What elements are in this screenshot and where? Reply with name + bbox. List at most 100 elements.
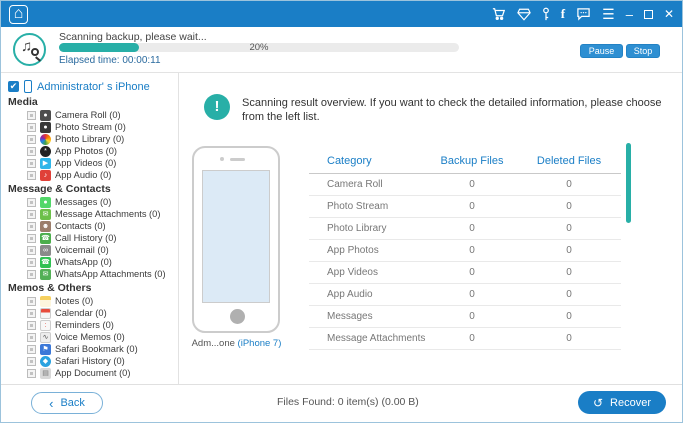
item-label: WhatsApp Attachments (0): [55, 269, 166, 279]
item-label: Safari Bookmark (0): [55, 344, 138, 354]
device-checkbox[interactable]: ✔: [8, 81, 19, 92]
item-checkbox[interactable]: [27, 210, 36, 219]
sidebar-item-notes-0[interactable]: Notes (0): [8, 295, 178, 307]
sidebar-section-memos-others: Memos & Others: [8, 282, 178, 295]
item-checkbox[interactable]: [27, 246, 36, 255]
item-checkbox[interactable]: [27, 333, 36, 342]
titlebar: ⌂ f ☰ – ✕: [1, 1, 682, 27]
sidebar-item-message-attachments-0[interactable]: ✉Message Attachments (0): [8, 208, 178, 220]
home-icon[interactable]: ⌂: [9, 5, 28, 24]
cell-category: App Audio: [309, 289, 429, 300]
item-label: App Audio (0): [55, 170, 111, 180]
cell-category: App Videos: [309, 267, 429, 278]
item-label: Contacts (0): [55, 221, 106, 231]
recover-button[interactable]: ↺Recover: [578, 391, 666, 414]
sidebar-item-whatsapp-attachments-0[interactable]: ✉WhatsApp Attachments (0): [8, 268, 178, 280]
phone-camera-dot: [220, 157, 224, 161]
table-row-message-attachments: Message Attachments00: [309, 328, 621, 350]
phone-caption: Adm...one (iPhone 7): [179, 338, 294, 349]
cell-backup-files: 0: [429, 223, 515, 234]
item-checkbox[interactable]: [27, 297, 36, 306]
item-checkbox[interactable]: [27, 198, 36, 207]
cart-icon[interactable]: [492, 7, 506, 21]
phone-speaker: [230, 158, 245, 161]
item-checkbox[interactable]: [27, 222, 36, 231]
files-found-status: Files Found: 0 item(s) (0.00 B): [277, 396, 419, 408]
item-checkbox[interactable]: [27, 345, 36, 354]
item-checkbox[interactable]: [27, 159, 36, 168]
photo-stream-icon: ●: [40, 122, 51, 133]
sidebar-item-photo-library-0[interactable]: Photo Library (0): [8, 133, 178, 145]
item-checkbox[interactable]: [27, 135, 36, 144]
sidebar-item-messages-0[interactable]: ●Messages (0): [8, 196, 178, 208]
item-checkbox[interactable]: [27, 111, 36, 120]
cell-deleted-files: 0: [515, 333, 623, 344]
table-row-camera-roll: Camera Roll00: [309, 174, 621, 196]
sidebar-item-safari-history-0[interactable]: ◆Safari History (0): [8, 355, 178, 367]
cell-backup-files: 0: [429, 289, 515, 300]
maximize-button[interactable]: [644, 10, 653, 19]
sidebar-item-app-document-0[interactable]: ▤App Document (0): [8, 367, 178, 379]
photo-library-icon: [40, 134, 51, 145]
stop-button[interactable]: Stop: [626, 44, 660, 58]
item-checkbox[interactable]: [27, 234, 36, 243]
item-label: Safari History (0): [55, 356, 125, 366]
sidebar-item-calendar-0[interactable]: Calendar (0): [8, 307, 178, 319]
sidebar-item-app-videos-0[interactable]: ▶App Videos (0): [8, 157, 178, 169]
cell-deleted-files: 0: [515, 223, 623, 234]
menu-icon[interactable]: ☰: [602, 6, 615, 23]
sidebar-item-photo-stream-0[interactable]: ●Photo Stream (0): [8, 121, 178, 133]
facebook-icon[interactable]: f: [561, 6, 565, 22]
minimize-button[interactable]: –: [626, 7, 633, 22]
sidebar-item-contacts-0[interactable]: ☻Contacts (0): [8, 220, 178, 232]
voicemail-icon: ∞: [40, 245, 51, 256]
gem-icon[interactable]: [517, 8, 531, 21]
footer: ‹Back Files Found: 0 item(s) (0.00 B) ↺R…: [1, 384, 682, 422]
phone-icon: [24, 80, 32, 93]
back-button[interactable]: ‹Back: [31, 392, 103, 414]
item-checkbox[interactable]: [27, 309, 36, 318]
sidebar-item-app-photos-0[interactable]: *App Photos (0): [8, 145, 178, 157]
pause-button[interactable]: Pause: [580, 44, 623, 58]
item-checkbox[interactable]: [27, 369, 36, 378]
key-icon[interactable]: [542, 7, 550, 21]
reminders-icon: :: [40, 320, 51, 331]
sidebar-item-call-history-0[interactable]: ☎Call History (0): [8, 232, 178, 244]
app-window: ⌂ f ☰ – ✕ ♫ Scanning backup, please wait…: [0, 0, 683, 423]
item-checkbox[interactable]: [27, 258, 36, 267]
results-table: Category Backup Files Deleted Files Came…: [309, 148, 621, 350]
message-attachments-icon: ✉: [40, 209, 51, 220]
item-checkbox[interactable]: [27, 321, 36, 330]
item-checkbox[interactable]: [27, 270, 36, 279]
item-checkbox[interactable]: [27, 123, 36, 132]
item-checkbox[interactable]: [27, 357, 36, 366]
table-row-photo-stream: Photo Stream00: [309, 196, 621, 218]
item-checkbox[interactable]: [27, 171, 36, 180]
sidebar-item-voicemail-0[interactable]: ∞Voicemail (0): [8, 244, 178, 256]
item-checkbox[interactable]: [27, 147, 36, 156]
phone-model[interactable]: (iPhone 7): [238, 338, 282, 349]
cell-category: Message Attachments: [309, 333, 429, 344]
sidebar-item-reminders-0[interactable]: :Reminders (0): [8, 319, 178, 331]
cell-backup-files: 0: [429, 201, 515, 212]
chat-icon[interactable]: [576, 7, 591, 21]
item-label: Voice Memos (0): [55, 332, 125, 342]
item-label: Calendar (0): [55, 308, 107, 318]
sidebar-item-whatsapp-0[interactable]: ☎WhatsApp (0): [8, 256, 178, 268]
sidebar-item-voice-memos-0[interactable]: ∿Voice Memos (0): [8, 331, 178, 343]
item-label: Messages (0): [55, 197, 111, 207]
main-panel: ! Scanning result overview. If you want …: [179, 73, 682, 384]
sidebar-item-app-audio-0[interactable]: ♪App Audio (0): [8, 169, 178, 181]
sidebar-item-camera-roll-0[interactable]: ●Camera Roll (0): [8, 109, 178, 121]
item-label: Camera Roll (0): [55, 110, 121, 120]
table-row-app-videos: App Videos00: [309, 262, 621, 284]
sidebar-item-safari-bookmark-0[interactable]: ⚑Safari Bookmark (0): [8, 343, 178, 355]
item-label: App Document (0): [55, 368, 130, 378]
call-history-icon: ☎: [40, 233, 51, 244]
cell-backup-files: 0: [429, 311, 515, 322]
table-scrollbar[interactable]: [626, 143, 631, 223]
item-label: WhatsApp (0): [55, 257, 112, 267]
close-button[interactable]: ✕: [664, 7, 674, 21]
cell-category: Photo Stream: [309, 201, 429, 212]
sidebar-device-row[interactable]: ✔ Administrator' s iPhone: [8, 79, 178, 94]
